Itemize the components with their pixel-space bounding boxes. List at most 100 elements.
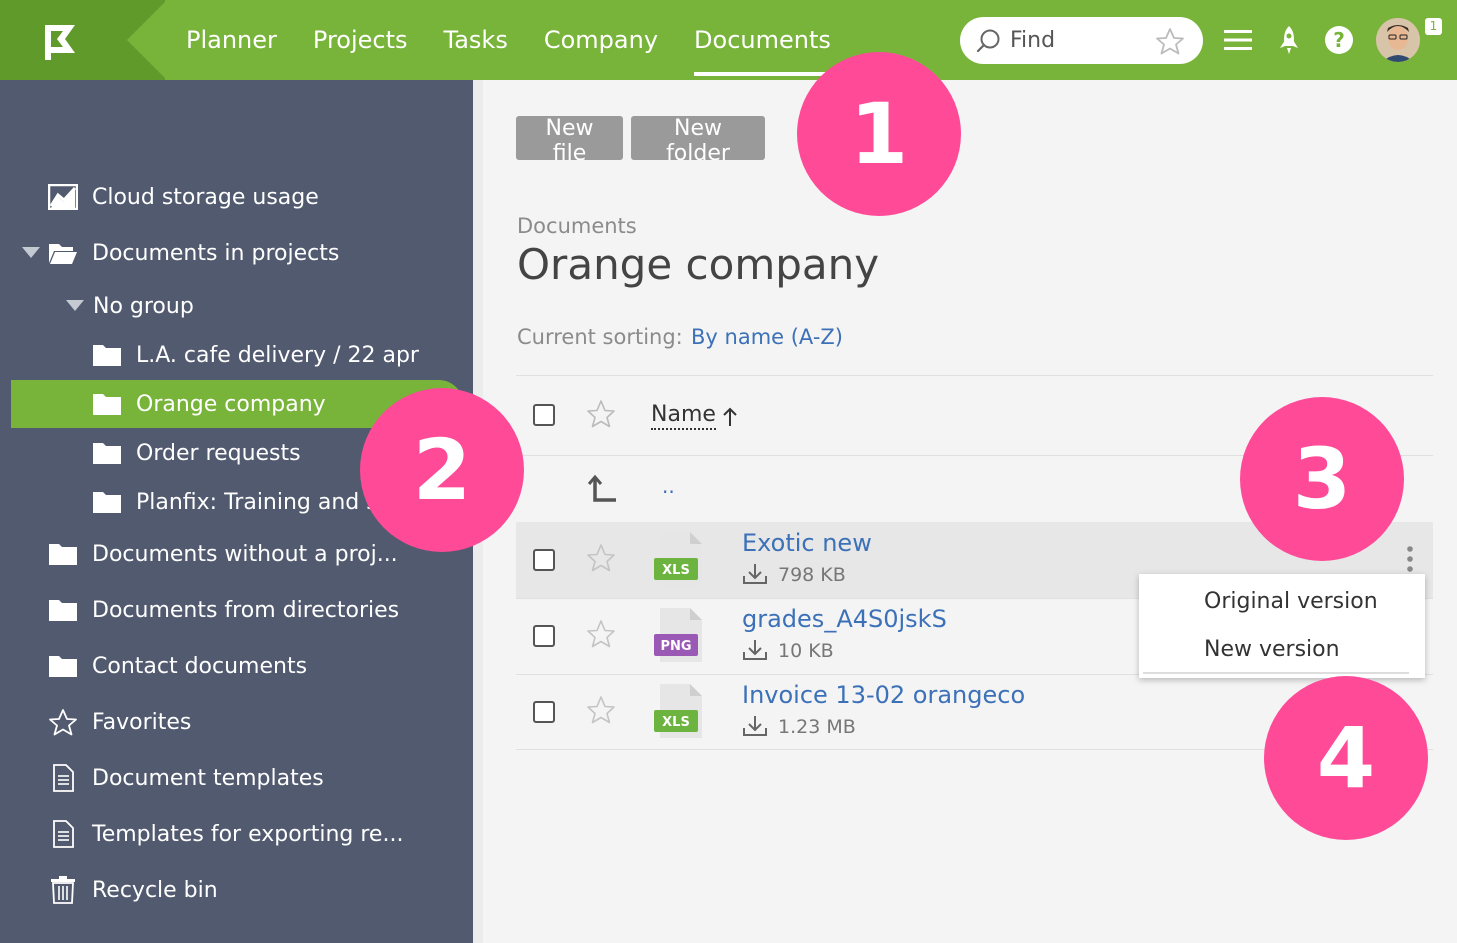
search-icon[interactable] (975, 28, 1001, 54)
row-checkbox[interactable] (533, 701, 555, 723)
nav-tasks[interactable]: Tasks (444, 0, 508, 80)
sidebar-item-document-templates[interactable]: Document templates (48, 754, 324, 802)
sidebar-item-documents-without-project[interactable]: Documents without a proj... (48, 530, 398, 578)
svg-text:XLS: XLS (662, 715, 690, 730)
trash-icon (48, 875, 78, 905)
column-header-name[interactable]: Name (651, 402, 716, 430)
xls-file-icon: XLS (654, 684, 702, 738)
sidebar-item-documents-in-projects[interactable]: Documents in projects (48, 229, 339, 277)
sidebar-item-cloud-storage[interactable]: Cloud storage usage (48, 173, 319, 221)
callout-badge-3: 3 (1240, 397, 1404, 561)
notification-badge[interactable]: 1 (1425, 18, 1442, 35)
callout-badge-2: 2 (360, 388, 524, 552)
file-name-link[interactable]: Exotic new (742, 529, 872, 557)
png-file-icon: PNG (654, 608, 702, 662)
page-title: Orange company (517, 240, 880, 289)
more-options-kebab-icon[interactable] (1400, 544, 1420, 576)
favorite-star-icon[interactable] (586, 695, 616, 725)
logo-notch (127, 0, 167, 80)
download-icon[interactable] (742, 563, 768, 585)
select-all-checkbox[interactable] (533, 404, 555, 426)
nav-company[interactable]: Company (544, 0, 658, 80)
sidebar-item-label: Documents in projects (92, 240, 340, 266)
search-favorite-star-icon[interactable] (1155, 27, 1185, 55)
folder-icon (92, 340, 122, 370)
sidebar-item-label: No group (93, 293, 194, 319)
sidebar-item-label: Cloud storage usage (92, 184, 319, 210)
sorting-value-link[interactable]: By name (A-Z) (691, 325, 843, 349)
favorite-star-icon[interactable] (586, 619, 616, 649)
sidebar-item-planfix-training[interactable]: Planfix: Training and su (92, 478, 392, 526)
svg-text:XLS: XLS (662, 563, 690, 578)
callout-badge-4: 4 (1264, 676, 1428, 840)
rocket-icon[interactable] (1273, 24, 1305, 56)
user-avatar[interactable] (1376, 18, 1420, 62)
folder-open-icon (48, 238, 78, 268)
chart-icon (48, 182, 78, 212)
folder-icon (48, 651, 78, 681)
sidebar-item-label: Orange company (136, 391, 326, 417)
context-menu: Original version New version (1139, 574, 1425, 678)
avatar-photo-icon (1376, 18, 1420, 62)
sidebar-item-label: Recycle bin (92, 877, 218, 903)
row-checkbox[interactable] (533, 549, 555, 571)
divider (516, 375, 1433, 376)
star-icon (48, 707, 78, 737)
search-input[interactable] (1010, 25, 1150, 55)
sidebar-item-label: Templates for exporting re... (92, 821, 404, 847)
menu-icon[interactable] (1222, 24, 1254, 56)
sidebar-item-label: Favorites (92, 709, 192, 735)
sidebar-item-documents-from-directories[interactable]: Documents from directories (48, 586, 399, 634)
sidebar-item-label: Contact documents (92, 653, 308, 679)
nav-planner[interactable]: Planner (186, 0, 277, 80)
main-nav: Planner Projects Tasks Company Documents (186, 0, 867, 80)
sidebar-item-export-templates[interactable]: Templates for exporting re... (48, 810, 403, 858)
favorite-star-icon[interactable] (586, 399, 616, 429)
download-icon[interactable] (742, 715, 768, 737)
sort-ascending-arrow-icon[interactable] (720, 406, 740, 428)
new-file-button[interactable]: New file (516, 116, 623, 166)
file-size: 1.23 MB (778, 716, 856, 738)
folder-icon (48, 595, 78, 625)
collapse-caret-icon[interactable] (66, 300, 84, 311)
folder-icon (92, 487, 122, 517)
sidebar-item-favorites[interactable]: Favorites (48, 698, 191, 746)
download-icon[interactable] (742, 639, 768, 661)
menu-item-new-version[interactable]: New version (1204, 637, 1340, 662)
parent-folder-arrow-icon[interactable] (586, 474, 618, 506)
file-name-link[interactable]: Invoice 13-02 orangeco (742, 681, 1025, 709)
menu-item-original-version[interactable]: Original version (1204, 589, 1378, 614)
favorite-star-icon[interactable] (586, 543, 616, 573)
document-icon (48, 763, 78, 793)
callout-badge-1: 1 (797, 52, 961, 216)
breadcrumb[interactable]: Documents (517, 214, 637, 238)
file-name-link[interactable]: grades_A4S0jskS (742, 605, 947, 633)
sidebar-item-label: L.A. cafe delivery / 22 apr (136, 342, 419, 368)
folder-icon (48, 539, 78, 569)
sidebar-item-no-group[interactable]: No group (93, 282, 194, 330)
row-checkbox[interactable] (533, 625, 555, 647)
folder-icon (92, 389, 122, 419)
sidebar-item-recycle-bin[interactable]: Recycle bin (48, 866, 218, 914)
menu-underline (1143, 672, 1409, 674)
sidebar-item-label: Documents from directories (92, 597, 400, 623)
sidebar-item-label: Order requests (136, 440, 301, 466)
collapse-caret-icon[interactable] (22, 247, 40, 258)
sidebar-item-la-cafe[interactable]: L.A. cafe delivery / 22 apr (92, 331, 419, 379)
folder-icon (92, 438, 122, 468)
top-bar: Planner Projects Tasks Company Documents… (0, 0, 1457, 80)
planfix-logo-icon (45, 25, 75, 60)
sidebar-item-order-requests[interactable]: Order requests (92, 429, 301, 477)
parent-folder-link[interactable]: .. (662, 474, 675, 498)
nav-projects[interactable]: Projects (313, 0, 408, 80)
sidebar-item-label: Document templates (92, 765, 324, 791)
nav-documents[interactable]: Documents (694, 0, 831, 80)
svg-text:?: ? (1333, 28, 1345, 52)
sidebar-item-label: Planfix: Training and su (136, 489, 392, 515)
file-size: 798 KB (778, 564, 846, 586)
help-icon[interactable]: ? (1323, 24, 1355, 56)
document-icon (48, 819, 78, 849)
sorting-label: Current sorting: (517, 325, 683, 349)
new-folder-button[interactable]: New folder (631, 116, 765, 166)
sidebar-item-contact-documents[interactable]: Contact documents (48, 642, 307, 690)
